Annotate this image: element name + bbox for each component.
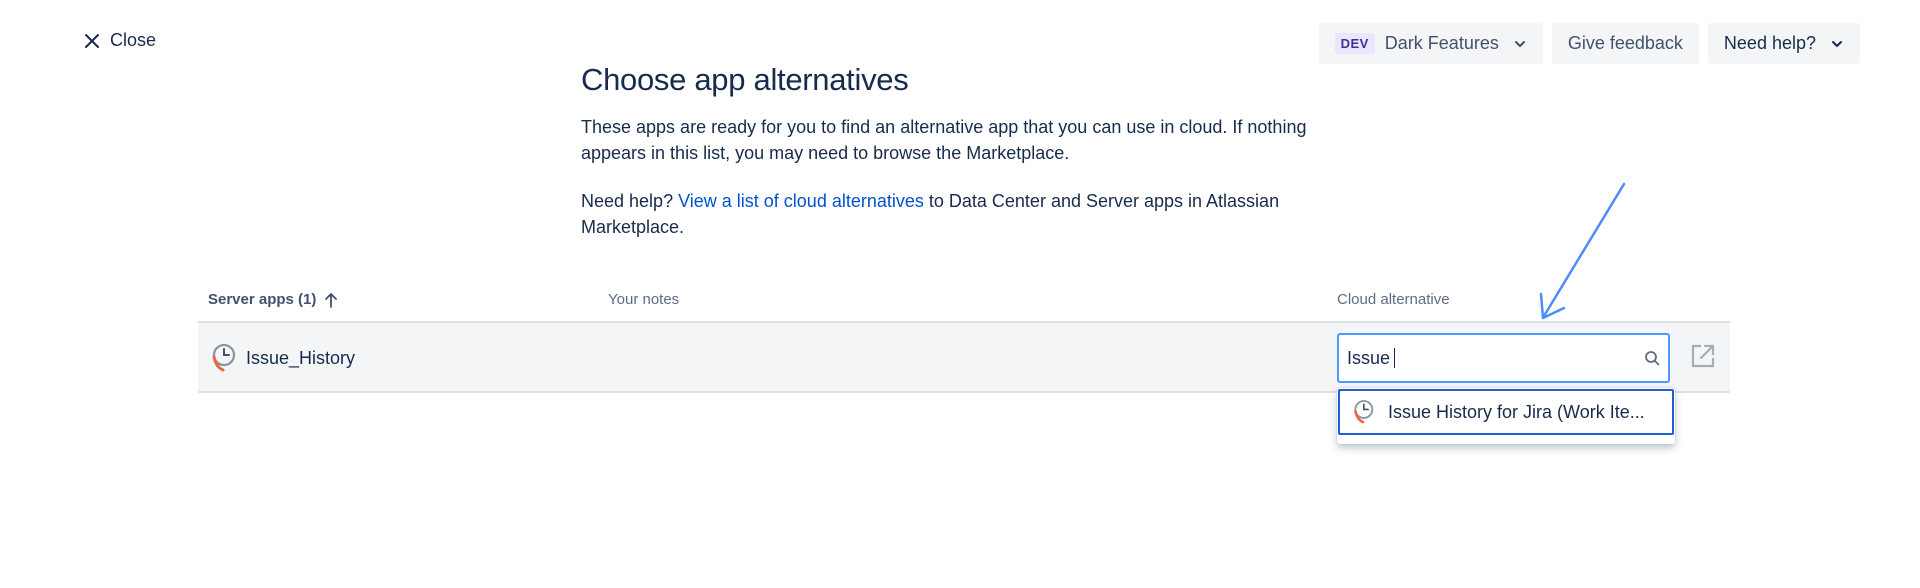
column-label: Server apps (1): [208, 291, 317, 308]
server-app-cell: Issue_History: [210, 343, 355, 373]
close-button[interactable]: Close: [84, 30, 156, 51]
option-label: Issue History for Jira (Work Ite...: [1388, 401, 1645, 422]
dev-badge: DEV: [1334, 33, 1375, 54]
chevron-down-icon: [1832, 40, 1842, 47]
help-prefix: Need help?: [581, 191, 679, 211]
table-header: Server apps (1) Your notes Cloud alterna…: [198, 283, 1730, 323]
column-header-your-notes: Your notes: [608, 291, 680, 308]
give-feedback-button[interactable]: Give feedback: [1551, 23, 1699, 64]
dark-features-label: Dark Features: [1384, 33, 1499, 53]
search-results-dropdown: Issue History for Jira (Work Ite...: [1337, 388, 1675, 444]
cloud-alternative-search-input[interactable]: Issue: [1337, 333, 1670, 383]
dropdown-option[interactable]: Issue History for Jira (Work Ite...: [1338, 389, 1674, 435]
page-title: Choose app alternatives: [581, 62, 909, 97]
help-text: Need help? View a list of cloud alternat…: [581, 188, 1341, 240]
column-header-cloud-alternative: Cloud alternative: [1337, 291, 1450, 308]
column-header-server-apps[interactable]: Server apps (1): [208, 291, 338, 308]
sort-arrow-up-icon: [325, 292, 338, 308]
close-label: Close: [110, 30, 157, 50]
search-value: Issue: [1347, 347, 1391, 368]
need-help-label: Need help?: [1723, 33, 1816, 53]
external-link-icon[interactable]: [1690, 343, 1716, 369]
chevron-down-icon: [1514, 40, 1525, 47]
dark-features-dropdown[interactable]: DEV Dark Features: [1318, 23, 1543, 64]
app-name: Issue_History: [246, 347, 356, 368]
page-description: These apps are ready for you to find an …: [581, 117, 1307, 163]
search-icon: [1645, 351, 1660, 366]
top-toolbar: DEV Dark Features Give feedback Need hel…: [1318, 23, 1860, 64]
text-caret: [1394, 348, 1396, 368]
close-icon: [85, 33, 99, 48]
cloud-alternatives-link[interactable]: View a list of cloud alternatives: [678, 191, 924, 211]
need-help-dropdown[interactable]: Need help?: [1707, 23, 1860, 64]
app-logo-icon: [212, 343, 236, 372]
app-logo-icon: [1354, 400, 1374, 424]
main-content: Choose app alternatives These apps are r…: [581, 62, 1341, 240]
